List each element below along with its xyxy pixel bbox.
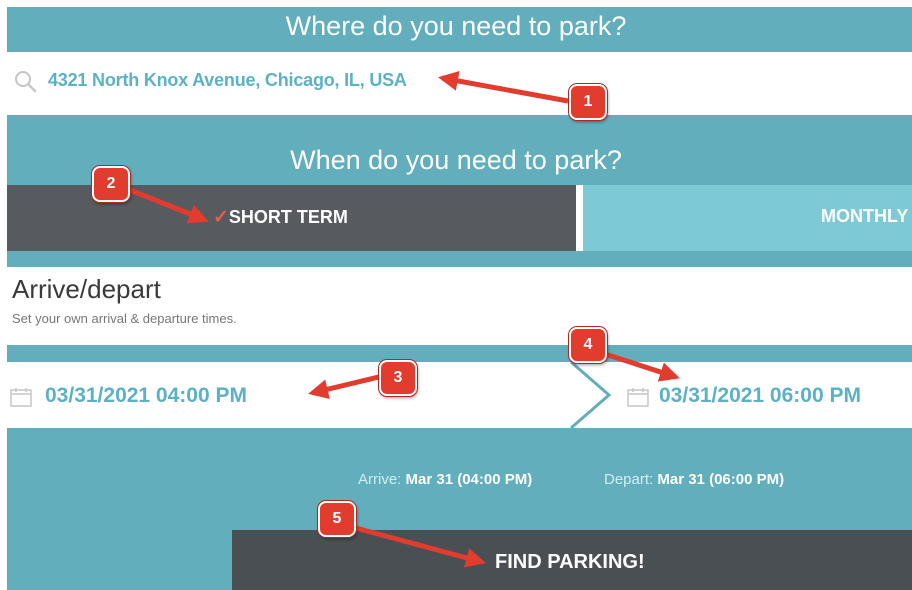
arrow-1 [438, 71, 569, 104]
annotation-badge-1: 1 [569, 84, 607, 120]
arrow-4 [604, 351, 680, 382]
annotation-badge-3: 3 [379, 360, 417, 396]
annotation-badge-5: 5 [318, 501, 356, 537]
arrow-3 [308, 373, 384, 399]
arrow-2 [129, 187, 209, 224]
annotation-badge-4: 4 [569, 327, 607, 363]
annotation-badge-2: 2 [92, 166, 130, 202]
annotation-arrows [129, 71, 680, 568]
arrow-5 [351, 524, 486, 568]
